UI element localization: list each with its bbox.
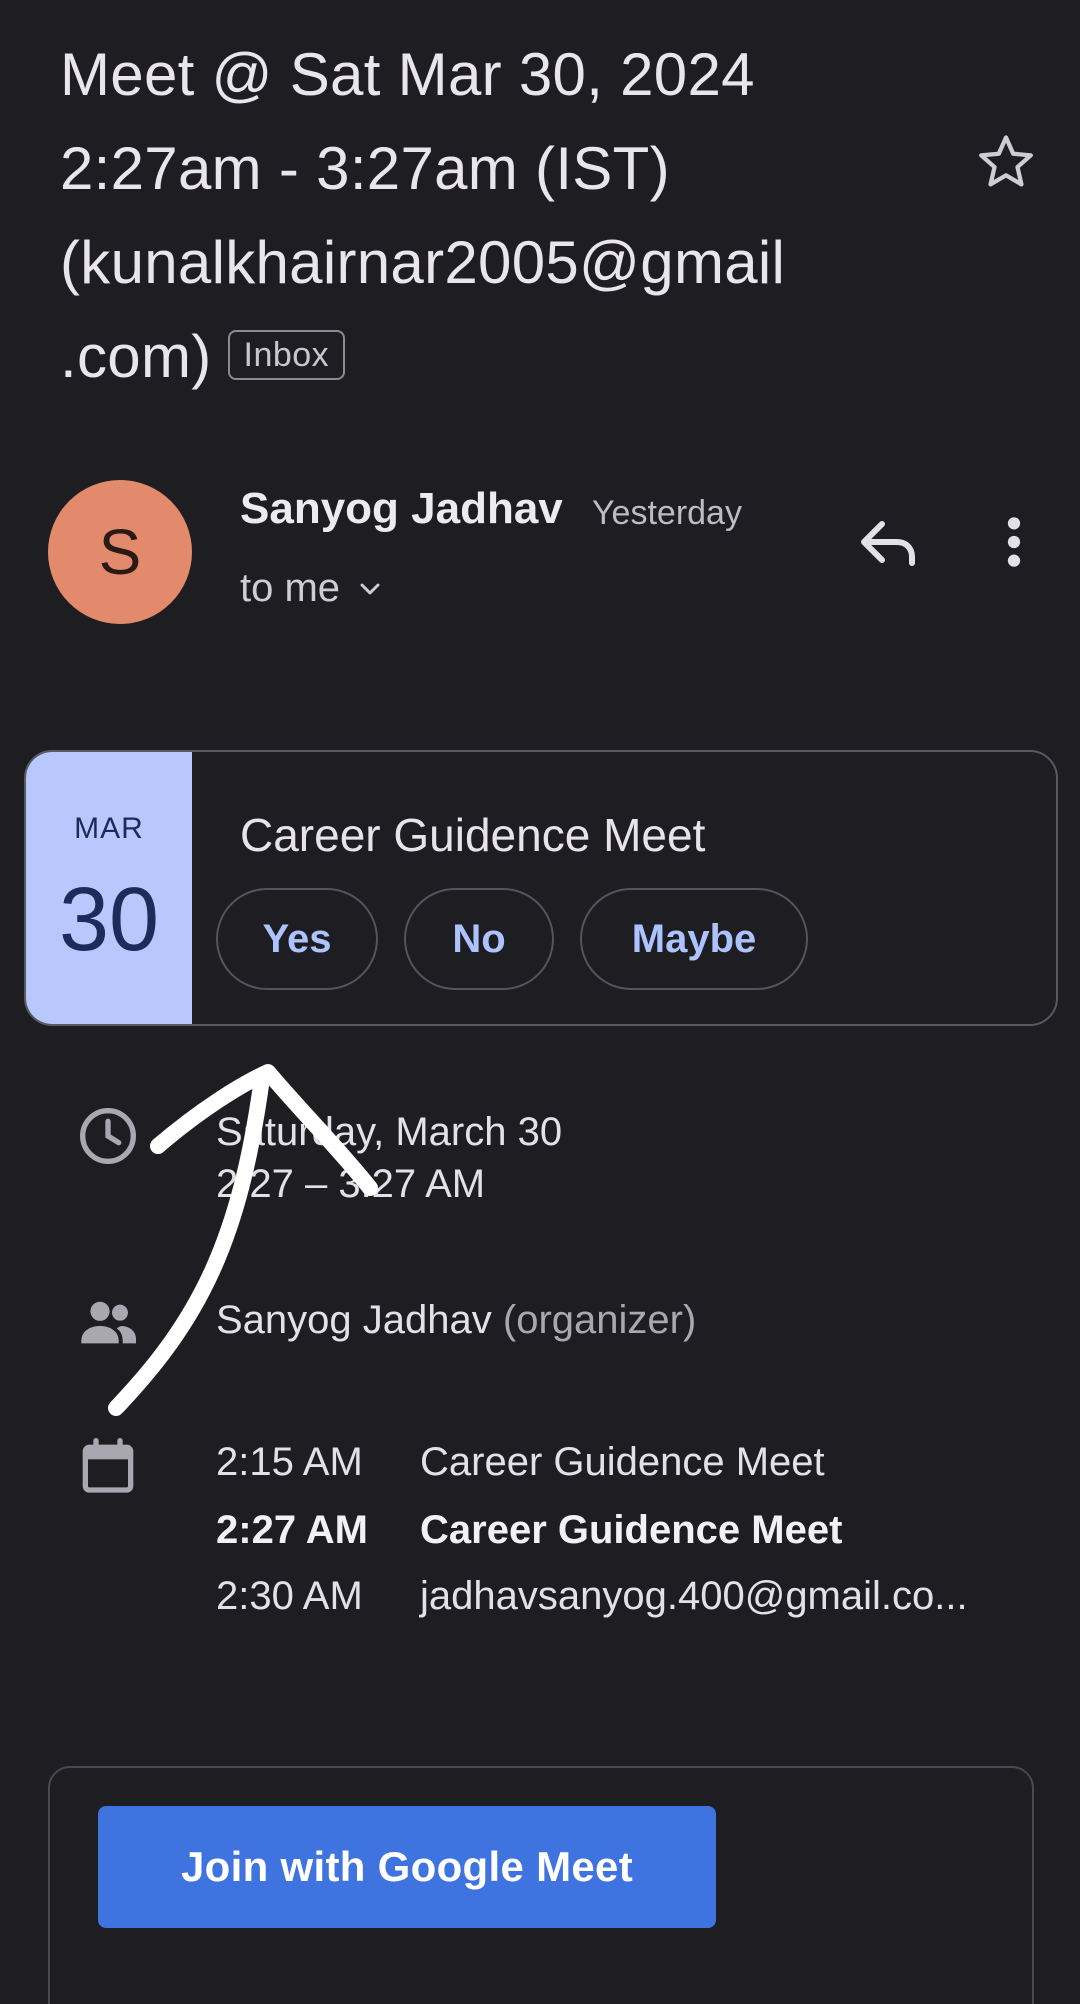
rsvp-no-button[interactable]: No — [404, 888, 554, 990]
reply-icon[interactable] — [852, 506, 924, 578]
event-title: Career Guidence Meet — [240, 809, 706, 861]
invite-date-block: MAR 30 — [26, 752, 192, 1024]
sender-avatar[interactable]: S — [48, 480, 192, 624]
calendar-icon — [82, 1438, 134, 1493]
organizer: Sanyog Jadhav (organizer) — [216, 1294, 696, 1346]
invite-month: MAR — [74, 812, 144, 845]
recipient-label: to me — [240, 566, 341, 610]
email-subject: Meet @ Sat Mar 30, 2024 2:27am - 3:27am … — [60, 28, 900, 404]
schedule-title: Career Guidence Meet — [420, 1440, 825, 1484]
more-vert-icon[interactable] — [990, 510, 1038, 574]
chevron-down-icon — [360, 583, 380, 594]
subject-line: 2:27am - 3:27am (IST) — [60, 135, 670, 202]
inbox-label-chip[interactable]: Inbox — [227, 330, 346, 381]
schedule-time-current: 2:27 AM — [216, 1508, 368, 1552]
clock-icon — [80, 1108, 136, 1164]
star-outline-icon[interactable] — [974, 130, 1038, 194]
email-view: Meet @ Sat Mar 30, 2024 2:27am - 3:27am … — [0, 0, 1080, 2004]
rsvp-maybe-button[interactable]: Maybe — [580, 888, 808, 990]
subject-line: Meet @ Sat Mar 30, 2024 — [60, 41, 755, 108]
email-timestamp: Yesterday — [592, 494, 742, 532]
schedule-title-current: Career Guidence Meet — [420, 1508, 843, 1552]
people-icon — [81, 1301, 136, 1344]
organizer-name: Sanyog Jadhav — [216, 1298, 492, 1342]
event-date: Saturday, March 30 — [216, 1110, 563, 1154]
recipient-toggle[interactable]: to me — [240, 566, 386, 611]
subject-line: (kunalkhairnar2005@gmail — [60, 229, 786, 296]
event-time-range: 2:27 – 3:27 AM — [216, 1162, 486, 1206]
schedule-time: 2:30 AM — [216, 1574, 363, 1618]
subject-line-last: .com) Inbox — [60, 310, 900, 404]
invite-day: 30 — [58, 870, 160, 970]
sender-name: Sanyog Jadhav — [240, 484, 563, 533]
schedule-title: jadhavsanyog.400@gmail.co... — [420, 1574, 968, 1618]
organizer-role: (organizer) — [502, 1298, 697, 1342]
rsvp-yes-button[interactable]: Yes — [216, 888, 378, 990]
calendar-invite-card: MAR 30 Career Guidence Meet Yes No Maybe — [24, 750, 1058, 1026]
join-google-meet-button[interactable]: Join with Google Meet — [98, 1806, 716, 1928]
schedule-time: 2:15 AM — [216, 1440, 363, 1484]
subject-line: .com) — [60, 323, 212, 390]
